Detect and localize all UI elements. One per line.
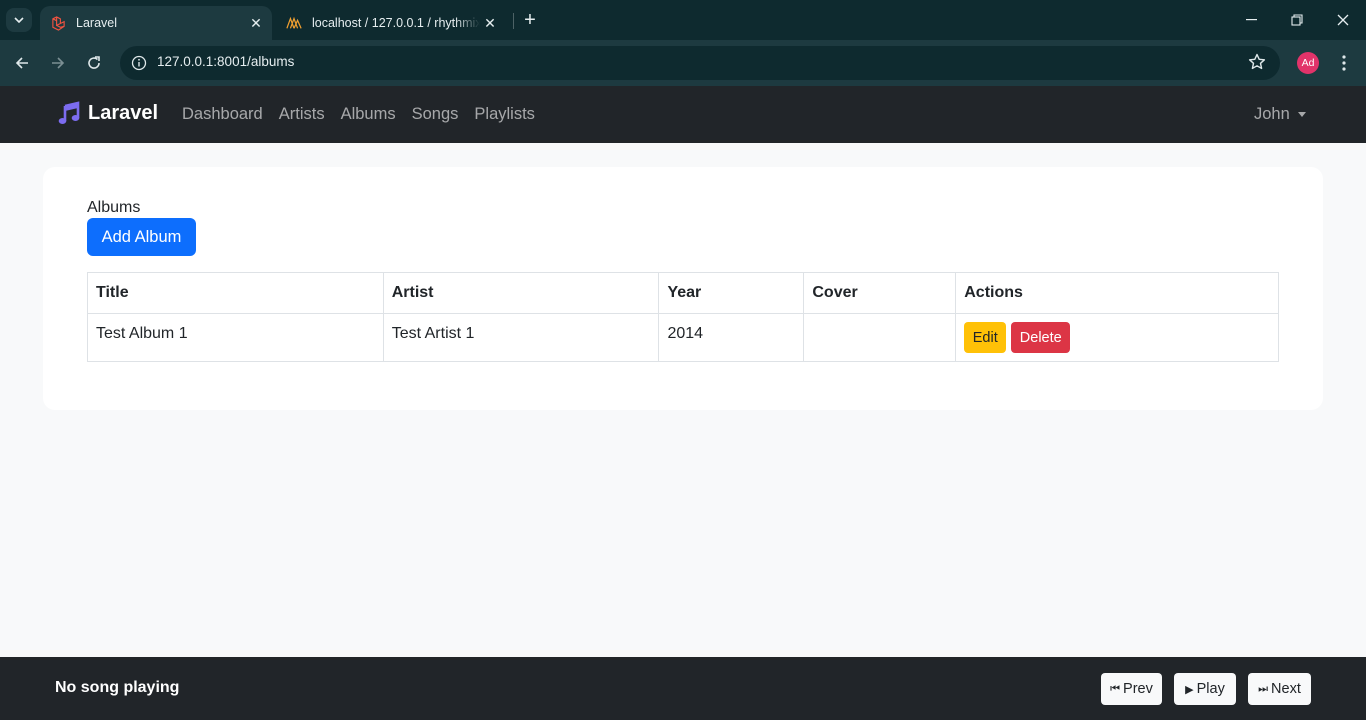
url-text: 127.0.0.1:8001/albums (157, 54, 295, 69)
profile-avatar[interactable]: Ad (1297, 52, 1319, 74)
nav-playlists[interactable]: Playlists (474, 105, 535, 124)
now-playing-status: No song playing (55, 679, 180, 696)
caret-down-icon (1297, 112, 1306, 117)
table-header-row: Title Artist Year Cover Actions (87, 272, 1279, 314)
nav-songs[interactable]: Songs (412, 105, 459, 124)
user-dropdown[interactable]: John (1254, 105, 1306, 124)
back-arrow-icon[interactable] (10, 51, 34, 75)
albums-table: Title Artist Year Cover Actions Test Alb… (87, 272, 1279, 362)
column-header-actions: Actions (955, 272, 1279, 314)
column-header-artist: Artist (382, 272, 660, 314)
address-bar[interactable]: 127.0.0.1:8001/albums (120, 46, 1280, 80)
laravel-favicon-icon (50, 15, 66, 31)
tab-laravel[interactable]: Laravel ✕ (40, 6, 272, 40)
music-note-icon (58, 101, 80, 124)
next-label: Next (1271, 681, 1301, 697)
column-header-title: Title (87, 272, 384, 314)
nav-dashboard[interactable]: Dashboard (182, 105, 263, 124)
brand-link[interactable]: Laravel (58, 101, 158, 125)
close-tab-icon[interactable]: ✕ (246, 13, 266, 33)
album-title-cell: Test Album 1 (87, 313, 384, 362)
play-icon: ▶ (1185, 683, 1194, 696)
nav-albums[interactable]: Albums (341, 105, 396, 124)
delete-button[interactable]: Delete (1011, 322, 1071, 353)
site-info-icon[interactable] (128, 52, 150, 74)
play-label: Play (1196, 681, 1225, 697)
close-window-icon[interactable] (1320, 0, 1366, 40)
user-name: John (1254, 105, 1290, 123)
album-year-cell: 2014 (658, 313, 805, 362)
nav-links: Dashboard Artists Albums Songs Playlists (182, 105, 551, 124)
app-navbar: Laravel Dashboard Artists Albums Songs P… (0, 86, 1366, 143)
prev-button[interactable]: ⏮ Prev (1101, 673, 1162, 705)
chevron-down-icon (14, 17, 24, 23)
tab-search-button[interactable] (6, 8, 32, 32)
album-actions-cell: Edit Delete (955, 313, 1279, 362)
browser-toolbar: 127.0.0.1:8001/albums Ad (0, 40, 1366, 86)
play-button[interactable]: ▶ Play (1174, 673, 1236, 705)
tab-phpmyadmin[interactable]: localhost / 127.0.0.1 / rhythmix ✕ (276, 6, 506, 40)
close-tab-icon[interactable]: ✕ (480, 13, 500, 33)
page-title: Albums (87, 199, 141, 216)
add-album-button[interactable]: Add Album (87, 218, 196, 256)
minimize-icon[interactable] (1228, 0, 1274, 40)
skip-next-icon: ⏭ (1258, 682, 1269, 695)
forward-arrow-icon[interactable] (46, 51, 70, 75)
skip-previous-icon: ⏮ (1110, 682, 1121, 695)
column-header-year: Year (658, 272, 805, 314)
new-tab-icon[interactable]: + (518, 9, 542, 31)
bookmark-star-icon[interactable] (1248, 53, 1268, 73)
album-cover-cell (803, 313, 957, 362)
edit-button[interactable]: Edit (964, 322, 1007, 353)
column-header-cover: Cover (803, 272, 957, 314)
phpmyadmin-favicon-icon (286, 15, 302, 31)
nav-artists[interactable]: Artists (279, 105, 325, 124)
tab-divider (513, 13, 514, 29)
prev-label: Prev (1123, 681, 1153, 697)
album-artist-cell: Test Artist 1 (382, 313, 660, 362)
more-menu-icon[interactable] (1334, 51, 1354, 75)
browser-tab-bar: Laravel ✕ localhost / 127.0.0.1 / rhythm… (0, 0, 1366, 40)
music-player-bar: No song playing ⏮ Prev ▶ Play ⏭ Next (0, 657, 1366, 720)
restore-icon[interactable] (1274, 0, 1320, 40)
tab-title: Laravel (76, 16, 117, 30)
next-button[interactable]: ⏭ Next (1248, 673, 1311, 705)
reload-icon[interactable] (82, 51, 106, 75)
tab-title: localhost / 127.0.0.1 / rhythmix (312, 16, 480, 30)
albums-card: Albums Add Album Title Artist Year Cover… (43, 167, 1323, 410)
table-row: Test Album 1 Test Artist 1 2014 Edit Dele… (87, 313, 1279, 362)
brand-name: Laravel (88, 101, 159, 124)
